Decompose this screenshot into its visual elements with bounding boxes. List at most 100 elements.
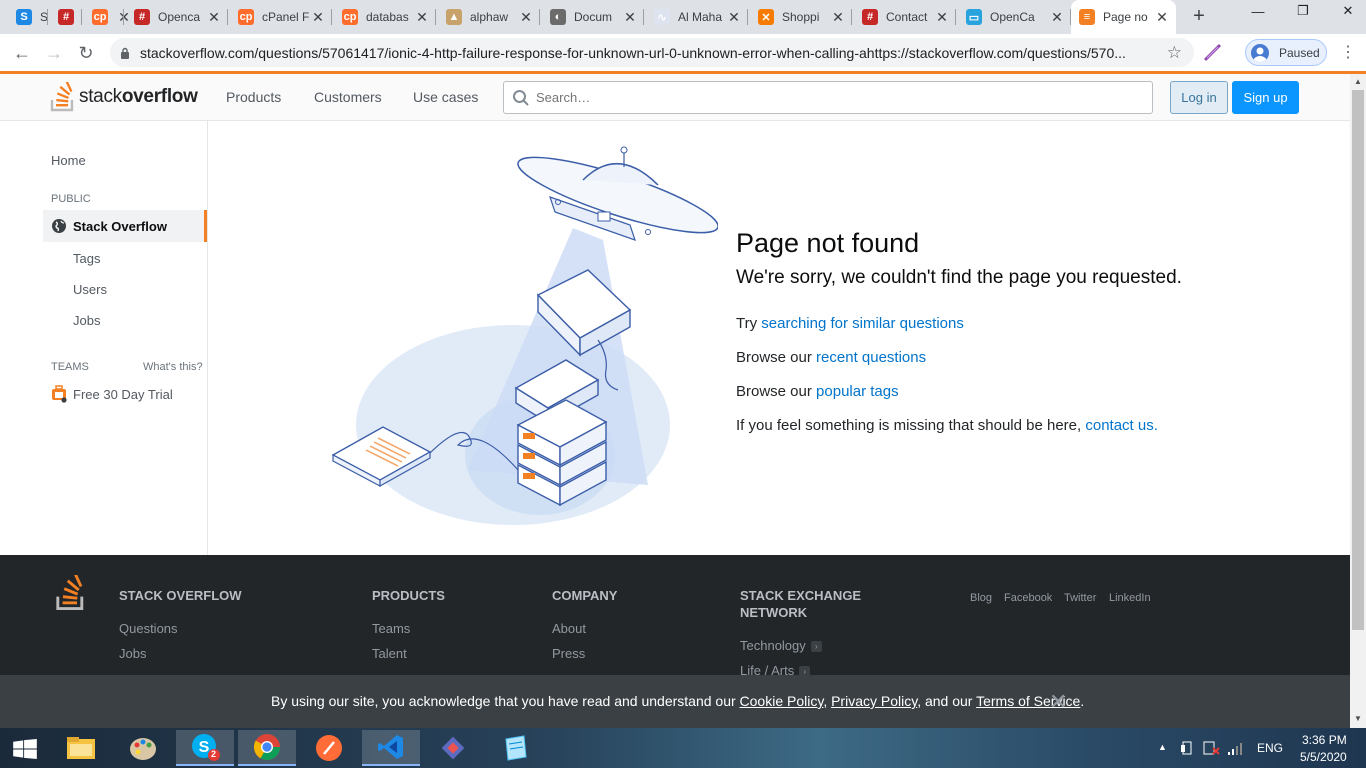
taskbar-chrome[interactable] <box>238 730 296 766</box>
taskbar-vscode[interactable] <box>362 730 420 766</box>
taskbar-postman[interactable] <box>300 730 358 766</box>
tab-close-icon[interactable]: ✕ <box>934 9 950 25</box>
contact-us-link[interactable]: contact us. <box>1085 417 1158 434</box>
site-logo[interactable]: stackoverflow <box>50 80 198 114</box>
taskbar-git[interactable] <box>424 730 482 766</box>
bookmark-star-icon[interactable]: ☆ <box>1167 43 1182 63</box>
clock-time[interactable]: 3:36 PM <box>1302 733 1347 747</box>
footer-heading-stack-exchange[interactable]: STACK EXCHANGE NETWORK <box>740 587 861 621</box>
footer-social-facebook[interactable]: Facebook <box>1004 592 1052 604</box>
browser-tab[interactable]: cp✕ <box>84 0 130 34</box>
language-indicator[interactable]: ENG <box>1257 741 1283 755</box>
browser-tab[interactable]: ▲ alphaw ✕ <box>438 0 540 34</box>
browser-tab[interactable]: ◐ Docum ✕ <box>542 0 644 34</box>
nav-products[interactable]: Products <box>226 89 281 105</box>
footer-link-teams[interactable]: Teams <box>372 621 410 636</box>
search-input[interactable] <box>536 90 1136 105</box>
footer-heading-products[interactable]: PRODUCTS <box>372 587 445 604</box>
footer-social-linkedin[interactable]: LinkedIn <box>1109 592 1151 604</box>
signal-icon[interactable] <box>1227 740 1245 756</box>
tab-separator <box>539 9 540 25</box>
tab-favicon-icon: ∿ <box>654 9 670 25</box>
browser-tab[interactable]: ▭ OpenCa ✕ <box>958 0 1071 34</box>
tab-close-icon[interactable]: ✕ <box>830 9 846 25</box>
browser-tab[interactable]: cp cPanel F ✕ <box>230 0 332 34</box>
sidebar-item-stack-overflow[interactable]: Stack Overflow <box>43 210 207 242</box>
sidebar-item-tags[interactable]: Tags <box>73 251 100 266</box>
tray-expand-icon[interactable]: ▲ <box>1158 742 1167 752</box>
taskbar-file-explorer[interactable] <box>52 730 110 766</box>
tab-close-icon[interactable]: ✕ <box>414 9 430 25</box>
footer-logo-icon[interactable] <box>55 575 87 611</box>
signup-button[interactable]: Sign up <box>1232 81 1299 114</box>
taskbar-paint[interactable] <box>114 730 172 766</box>
browser-tab[interactable]: cp databas ✕ <box>334 0 436 34</box>
whats-this-link[interactable]: What's this? <box>143 361 203 373</box>
forward-icon[interactable]: → <box>41 40 67 66</box>
browser-tab[interactable]: ≡ Page no ✕ <box>1071 0 1176 34</box>
cookie-policy-link[interactable]: Cookie Policy <box>740 693 824 709</box>
footer-link-press[interactable]: Press <box>552 646 585 661</box>
tab-favicon-icon: ◐ <box>550 9 566 25</box>
windows-start-icon[interactable] <box>12 739 38 759</box>
address-bar[interactable]: stackoverflow.com/questions/57061417/ion… <box>110 38 1194 67</box>
login-button[interactable]: Log in <box>1170 81 1228 114</box>
scroll-up-arrow-icon[interactable]: ▲ <box>1354 77 1362 86</box>
taskbar-notepad[interactable] <box>486 730 544 766</box>
tab-title: alphaw <box>470 10 509 24</box>
browser-menu-icon[interactable]: ⋮ <box>1340 42 1356 62</box>
scrollbar-thumb[interactable] <box>1352 90 1364 630</box>
scroll-down-arrow-icon[interactable]: ▼ <box>1354 714 1362 723</box>
sidebar-item-free-trial[interactable]: Free 30 Day Trial <box>51 385 173 403</box>
sidebar-item-home[interactable]: Home <box>51 153 86 168</box>
footer-social-blog[interactable]: Blog <box>970 592 992 604</box>
site-search[interactable] <box>503 81 1153 114</box>
footer-heading-stack-overflow[interactable]: STACK OVERFLOW <box>119 587 242 604</box>
close-cookie-banner-icon[interactable]: ✕ <box>1049 689 1067 715</box>
tab-close-icon[interactable]: ✕ <box>1049 9 1065 25</box>
tab-close-icon[interactable]: ✕ <box>206 9 222 25</box>
footer-link-jobs[interactable]: Jobs <box>119 646 146 661</box>
back-icon[interactable]: ← <box>9 40 35 66</box>
taskbar-skype[interactable]: S 2 <box>176 730 234 766</box>
nav-use-cases[interactable]: Use cases <box>413 89 478 105</box>
footer-link-questions[interactable]: Questions <box>119 621 178 636</box>
nav-customers[interactable]: Customers <box>314 89 382 105</box>
tab-close-icon[interactable]: ✕ <box>310 9 326 25</box>
new-tab-button[interactable]: + <box>1188 5 1210 27</box>
close-window-button[interactable]: ✕ <box>1330 0 1366 22</box>
footer-link-about[interactable]: About <box>552 621 586 636</box>
tab-close-icon[interactable]: ✕ <box>1154 9 1170 25</box>
recent-questions-link[interactable]: recent questions <box>816 349 926 366</box>
popular-tags-link[interactable]: popular tags <box>816 383 899 400</box>
logo-light-text: stack <box>79 86 122 107</box>
footer-link-technology[interactable]: Technology › <box>740 638 822 653</box>
browser-tab[interactable]: ∿ Al Maha ✕ <box>646 0 748 34</box>
minimize-button[interactable]: — <box>1240 0 1276 22</box>
clock-date[interactable]: 5/5/2020 <box>1300 750 1347 764</box>
browser-tab[interactable]: # Openca ✕ <box>126 0 228 34</box>
tab-close-icon[interactable]: ✕ <box>518 9 534 25</box>
browser-tab[interactable]: # Contact ✕ <box>854 0 956 34</box>
footer-social-twitter[interactable]: Twitter <box>1064 592 1096 604</box>
network-warning-icon[interactable] <box>1203 740 1221 756</box>
browser-tab[interactable]: ✕ Shoppi ✕ <box>750 0 852 34</box>
browser-tab[interactable]: # <box>50 0 82 34</box>
tab-close-icon[interactable]: ✕ <box>622 9 638 25</box>
privacy-policy-link[interactable]: Privacy Policy <box>831 693 917 709</box>
browser-tab[interactable]: SS <box>8 0 48 34</box>
restore-button[interactable]: ❐ <box>1285 0 1321 22</box>
profile-paused-button[interactable]: Paused <box>1245 39 1327 66</box>
tab-close-icon[interactable]: ✕ <box>726 9 742 25</box>
search-similar-link[interactable]: searching for similar questions <box>761 315 964 332</box>
sidebar-item-jobs[interactable]: Jobs <box>73 313 100 328</box>
tab-title: Shoppi <box>782 10 820 24</box>
footer-heading-company[interactable]: COMPANY <box>552 587 617 604</box>
page-subtitle: We're sorry, we couldn't find the page y… <box>736 267 1182 288</box>
extension-feather-icon[interactable] <box>1203 42 1223 62</box>
footer-link-talent[interactable]: Talent <box>372 646 407 661</box>
page-scrollbar[interactable]: ▲ ▼ <box>1350 74 1366 728</box>
sidebar-item-users[interactable]: Users <box>73 282 107 297</box>
device-icon[interactable] <box>1180 740 1196 756</box>
reload-icon[interactable]: ↻ <box>73 40 99 66</box>
